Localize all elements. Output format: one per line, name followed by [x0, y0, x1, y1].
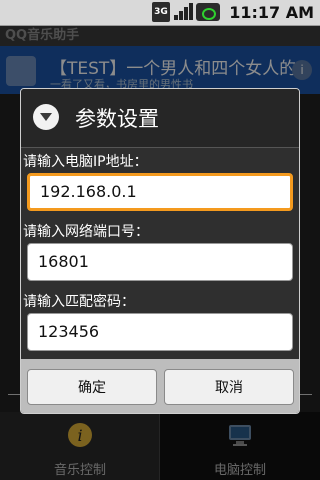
ip-label: 请输入电脑IP地址：: [23, 154, 148, 170]
ip-input[interactable]: 192.168.0.1: [27, 173, 293, 211]
port-label: 请输入网络端口号：: [23, 224, 149, 240]
password-label: 请输入匹配密码：: [23, 294, 135, 310]
dropdown-circle-icon: [33, 104, 59, 130]
dialog-button-bar: 确定 取消: [21, 359, 299, 413]
dialog-title: 参数设置: [75, 107, 159, 131]
cancel-button[interactable]: 取消: [164, 369, 294, 405]
clock: 11:17 AM: [229, 3, 314, 22]
status-bar: 3G 11:17 AM: [0, 0, 320, 26]
settings-dialog: 参数设置 请输入电脑IP地址： 192.168.0.1 请输入网络端口号： 16…: [20, 88, 300, 414]
battery-icon: [196, 3, 220, 21]
signal-icon: [173, 2, 193, 22]
ok-button[interactable]: 确定: [27, 369, 157, 405]
dialog-header: 参数设置: [21, 89, 299, 148]
status-icons: 3G: [152, 2, 220, 22]
port-input[interactable]: 16801: [27, 243, 293, 281]
password-input[interactable]: 123456: [27, 313, 293, 351]
network-3g-icon: 3G: [152, 2, 170, 22]
